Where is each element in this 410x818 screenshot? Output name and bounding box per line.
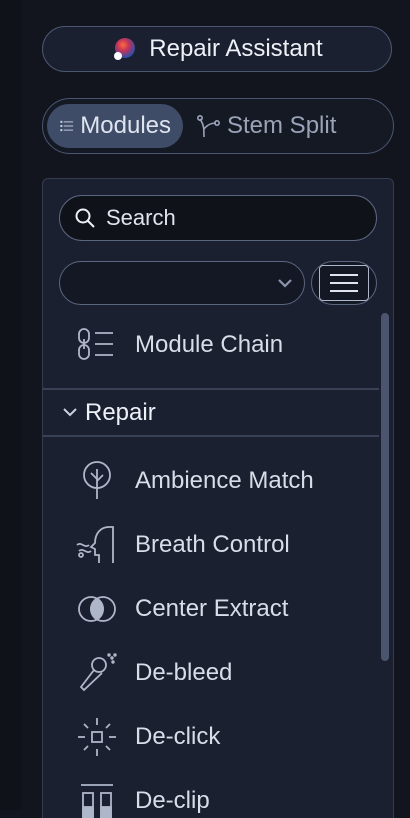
orb-icon <box>114 38 136 60</box>
module-item-label: De-clip <box>135 787 210 814</box>
tab-modules[interactable]: Modules <box>47 104 183 148</box>
search-box[interactable] <box>59 195 377 241</box>
module-chain-item[interactable]: Module Chain <box>43 313 379 377</box>
head-breath-icon <box>76 526 114 563</box>
divider <box>43 388 379 390</box>
section-repair-header[interactable]: Repair <box>43 391 379 435</box>
tab-stem-split[interactable]: Stem Split <box>183 104 348 148</box>
module-item-label: Breath Control <box>135 531 290 558</box>
view-switch: Modules Stem Split <box>42 98 394 154</box>
preset-select[interactable] <box>59 261 305 305</box>
divider <box>43 435 379 437</box>
tree-icon <box>83 461 111 499</box>
hamburger-icon <box>330 274 358 292</box>
list-icon <box>60 120 74 132</box>
module-item-de-clip[interactable]: De-clip <box>43 769 379 818</box>
tab-modules-label: Modules <box>80 112 171 139</box>
module-item-center-extract[interactable]: Center Extract <box>43 577 379 641</box>
branch-icon <box>196 114 220 138</box>
circles-icon <box>78 596 116 622</box>
list-menu-button[interactable] <box>311 261 377 305</box>
search-icon <box>75 208 95 228</box>
tab-stem-split-label: Stem Split <box>227 112 337 139</box>
module-item-label: De-bleed <box>135 659 233 686</box>
click-burst-icon <box>78 718 116 756</box>
module-item-label: Center Extract <box>135 595 289 622</box>
clip-meter-icon <box>81 784 113 818</box>
module-panel: Module Chain Repair Ambience Match Breat… <box>42 178 394 818</box>
module-item-de-bleed[interactable]: De-bleed <box>43 641 379 705</box>
chain-icon <box>78 328 113 360</box>
module-item-label: Ambience Match <box>135 467 314 494</box>
repair-assistant-label: Repair Assistant <box>149 35 323 62</box>
search-input[interactable] <box>106 205 356 231</box>
repair-assistant-button[interactable]: Repair Assistant <box>42 26 392 72</box>
microphone-icon <box>79 653 117 692</box>
module-chain-label: Module Chain <box>135 331 284 358</box>
module-item-ambience-match[interactable]: Ambience Match <box>43 449 379 513</box>
scrollbar[interactable] <box>381 313 389 661</box>
left-edge <box>0 0 22 810</box>
chevron-down-icon <box>278 279 292 288</box>
menu-button-frame <box>319 265 369 301</box>
module-item-de-click[interactable]: De-click <box>43 705 379 769</box>
chevron-down-icon <box>63 408 77 417</box>
module-item-breath-control[interactable]: Breath Control <box>43 513 379 577</box>
section-repair-label: Repair <box>85 399 156 426</box>
module-item-label: De-click <box>135 723 221 750</box>
